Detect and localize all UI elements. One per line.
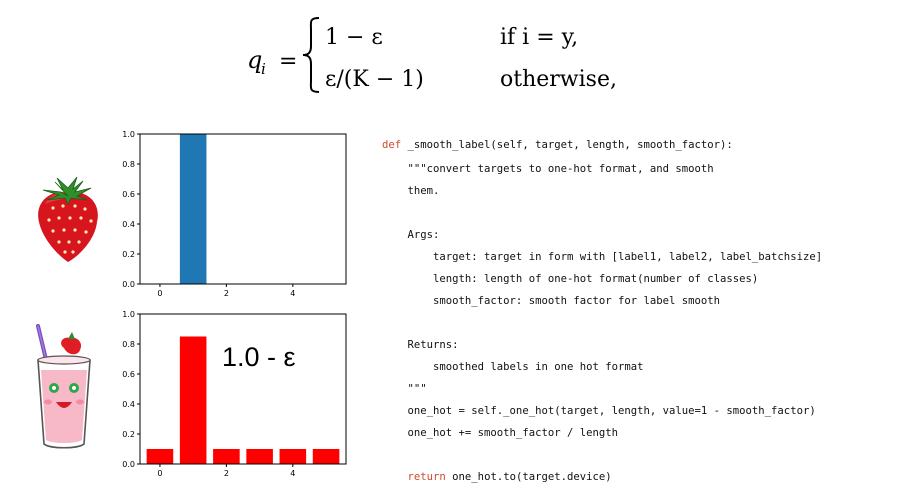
x-tick-label-0-2: 4 — [290, 289, 295, 298]
y-tick-label-1-1: 0.2 — [122, 430, 135, 439]
case-one-condition: if i = y, — [500, 25, 578, 50]
axes-frame-1 — [139, 313, 347, 465]
code-text: them. — [382, 185, 440, 197]
code-text: smooth_factor: smooth factor for label s… — [382, 295, 721, 307]
case-two-value: ε/(K − 1) — [325, 67, 424, 92]
label-smoothing-formula: q i = 1 − ε if i = y, ε/(K − 1) otherwis… — [245, 8, 665, 100]
code-line: """ — [382, 382, 427, 396]
code-line: target: target in form with [label1, lab… — [382, 250, 822, 264]
y-tick-label-0-0: 0.0 — [122, 280, 135, 289]
code-text: length: length of one-hot format(number … — [382, 273, 759, 285]
y-tick-label-0-3: 0.6 — [122, 190, 135, 199]
formula-equals: = — [279, 49, 297, 74]
code-line: Returns: — [382, 338, 459, 352]
bar-1-2 — [213, 449, 240, 464]
bar-1-3 — [246, 449, 273, 464]
code-keyword: def — [382, 139, 402, 151]
code-text: """convert targets to one-hot format, an… — [382, 163, 714, 175]
code-line: smoothed labels in one hot format — [382, 360, 644, 374]
y-tick-label-1-5: 1.0 — [122, 310, 135, 319]
bar-1-5 — [312, 449, 340, 464]
formula-lhs-subscript: i — [261, 60, 266, 78]
code-text: one_hot = self._one_hot(target, length, … — [382, 405, 816, 417]
x-tick-label-1-2: 4 — [290, 469, 295, 478]
code-line: length: length of one-hot format(number … — [382, 272, 758, 286]
code-line: one_hot += smooth_factor / length — [382, 426, 619, 440]
case-two-condition: otherwise, — [500, 67, 617, 92]
smoothed-label-bar-chart-svg: 0.0 0.2 0.4 0.6 0.8 1.0 0 2 4 — [122, 310, 347, 478]
code-text: Returns: — [382, 339, 459, 351]
y-tick-label-0-1: 0.2 — [122, 250, 135, 259]
bar-1-4 — [279, 449, 307, 464]
y-tick-label-0-5: 1.0 — [122, 130, 135, 139]
code-line: Args: — [382, 228, 440, 242]
bar-0-0 — [179, 134, 207, 284]
y-tick-label-1-0: 0.0 — [122, 460, 135, 469]
code-line: return one_hot.to(target.device) — [382, 470, 612, 484]
code-keyword: return — [407, 471, 446, 483]
code-line: smooth_factor: smooth factor for label s… — [382, 294, 720, 308]
x-tick-label-0-0: 0 — [157, 289, 162, 298]
y-tick-label-1-3: 0.6 — [122, 370, 135, 379]
x-tick-label-0-1: 2 — [224, 289, 229, 298]
code-text: """ — [382, 383, 427, 395]
code-line: one_hot = self._one_hot(target, length, … — [382, 404, 816, 418]
code-text: smoothed labels in one hot format — [382, 361, 644, 373]
y-tick-label-1-2: 0.4 — [122, 400, 135, 409]
code-text: one_hot.to(target.device) — [445, 471, 612, 483]
smoothie-icon — [28, 322, 100, 454]
epsilon-annotation: 1.0 - ε — [222, 342, 296, 372]
code-text: _smooth_label(self, target, length, smoo… — [401, 139, 733, 151]
bar-1-1 — [179, 336, 207, 464]
one-hot-bar-chart-svg: 0.0 0.2 0.4 0.6 0.8 1.0 0 2 4 — [122, 130, 347, 298]
one-hot-bar-chart: 0.0 0.2 0.4 0.6 0.8 1.0 0 2 4 — [104, 128, 350, 300]
code-text: Args: — [382, 229, 440, 241]
code-text: target: target in form with [label1, lab… — [382, 251, 823, 263]
x-tick-label-1-0: 0 — [157, 469, 162, 478]
x-tick-label-1-1: 2 — [224, 469, 229, 478]
code-line: def _smooth_label(self, target, length, … — [382, 138, 733, 152]
left-brace — [302, 17, 320, 93]
code-line: """convert targets to one-hot format, an… — [382, 162, 714, 176]
bar-1-0 — [146, 449, 174, 464]
strawberry-icon — [33, 176, 103, 266]
case-one-value: 1 − ε — [325, 25, 383, 50]
code-line: them. — [382, 184, 440, 198]
y-tick-label-0-2: 0.4 — [122, 220, 135, 229]
y-tick-label-1-4: 0.8 — [122, 340, 135, 349]
y-tick-label-0-4: 0.8 — [122, 160, 135, 169]
code-text: one_hot += smooth_factor / length — [382, 427, 619, 439]
axes-frame-0 — [139, 133, 347, 285]
smoothed-label-bar-chart: 0.0 0.2 0.4 0.6 0.8 1.0 0 2 4 — [104, 308, 350, 480]
